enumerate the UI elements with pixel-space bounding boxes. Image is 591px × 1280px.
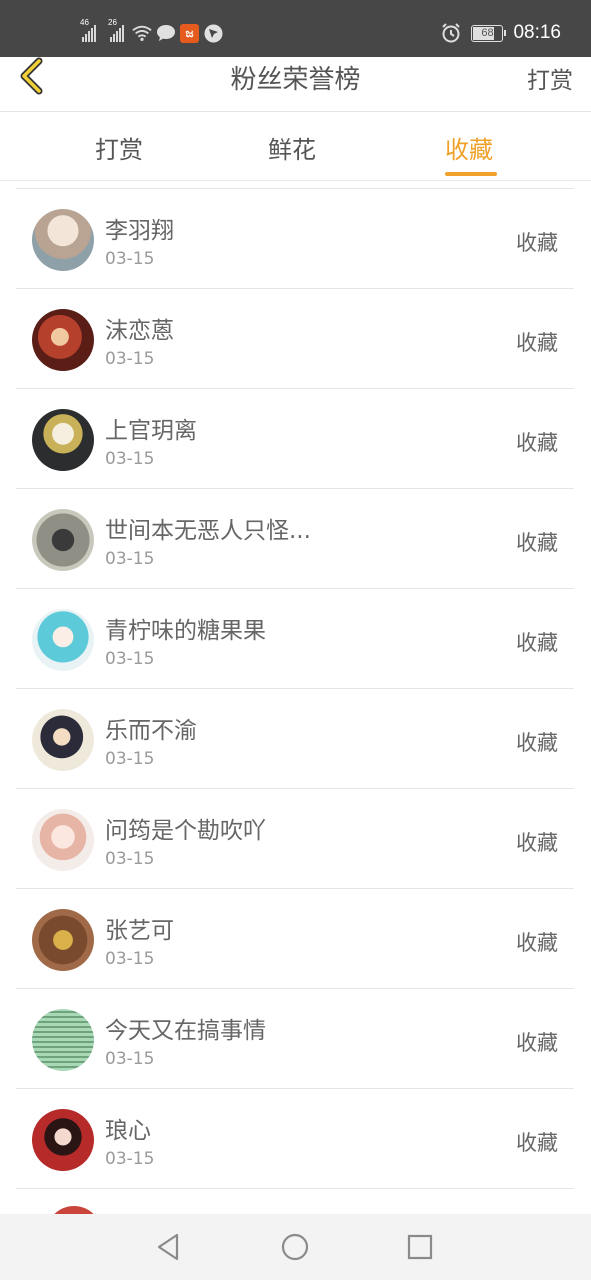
avatar[interactable]: [32, 209, 94, 271]
fan-name: 张艺可: [105, 918, 174, 944]
fan-date: 03-15: [105, 449, 155, 469]
fan-action: 收藏: [516, 831, 558, 855]
chat-bubble-icon: [156, 23, 176, 43]
fan-date: 03-15: [105, 249, 155, 269]
nav-home-button[interactable]: [280, 1232, 310, 1262]
status-icons-left: 46 26 ಜ: [80, 18, 223, 46]
fan-date: 03-15: [105, 349, 155, 369]
fan-date: 03-15: [105, 649, 155, 669]
fan-name: 沫恋蒽: [105, 318, 174, 344]
alarm-icon: [441, 23, 461, 43]
list-item[interactable]: 今天又在搞事情 03-15 收藏: [16, 989, 574, 1089]
square-recents-icon: [407, 1234, 433, 1260]
tab-reward[interactable]: 打赏: [95, 130, 143, 165]
fan-name: 今天又在搞事情: [105, 1018, 266, 1044]
fan-action: 收藏: [516, 1031, 558, 1055]
fan-date: 03-15: [105, 749, 155, 769]
circle-home-icon: [281, 1233, 309, 1261]
fan-action: 收藏: [516, 731, 558, 755]
active-tab-indicator: [445, 172, 497, 176]
fan-action: 收藏: [516, 631, 558, 655]
nav-recents-button[interactable]: [405, 1232, 435, 1262]
list-item[interactable]: 乐而不渝 03-15 收藏: [16, 689, 574, 789]
page-title: 粉丝荣誉榜: [230, 65, 361, 95]
list-item[interactable]: 问筠是个勘吹吖 03-15 收藏: [16, 789, 574, 889]
avatar[interactable]: [32, 809, 94, 871]
app-notification-icon: ಜ: [180, 23, 199, 43]
system-nav-bar: [0, 1214, 591, 1280]
fan-action: 收藏: [516, 331, 558, 355]
fan-action: 收藏: [516, 531, 558, 555]
list-item[interactable]: 青柠味的糖果果 03-15 收藏: [16, 589, 574, 689]
fan-name: 乐而不渝: [105, 718, 197, 744]
tab-bar: 打赏 鲜花 收藏: [0, 112, 591, 181]
cell-signal-icon: 46: [80, 18, 96, 42]
avatar[interactable]: [46, 1206, 102, 1214]
triangle-back-icon: [157, 1233, 179, 1261]
top-app-bar: 粉丝荣誉榜 打赏: [0, 57, 591, 112]
fan-action: 收藏: [516, 1131, 558, 1155]
signal-label: 46: [80, 18, 89, 27]
fan-date: 03-15: [105, 549, 155, 569]
list-item[interactable]: 沫恋蒽 03-15 收藏: [16, 289, 574, 389]
status-bar: 46 26 ಜ 68 08:16: [0, 0, 591, 57]
fan-date: 03-15: [105, 1149, 155, 1169]
fan-name: 世间本无恶人只怪...: [105, 518, 311, 544]
fan-action: 收藏: [516, 931, 558, 955]
fan-date: 03-15: [105, 849, 155, 869]
avatar[interactable]: [32, 1109, 94, 1171]
list-item[interactable]: 李羽翔 03-15 收藏: [16, 189, 574, 289]
avatar[interactable]: [32, 909, 94, 971]
fan-name: 上官玥离: [105, 418, 197, 444]
list-item[interactable]: 张艺可 03-15 收藏: [16, 889, 574, 989]
status-icons-right: 68 08:16: [441, 20, 561, 46]
battery-icon: 68: [471, 24, 507, 42]
avatar[interactable]: [32, 509, 94, 571]
list-item-partial[interactable]: [16, 1190, 574, 1214]
cell-signal-icon: 26: [108, 18, 124, 42]
fan-action: 收藏: [516, 431, 558, 455]
list-item[interactable]: 上官玥离 03-15 收藏: [16, 389, 574, 489]
avatar[interactable]: [32, 309, 94, 371]
avatar[interactable]: [32, 409, 94, 471]
signal-label: 26: [108, 18, 117, 27]
battery-level: 68: [481, 27, 494, 39]
fan-list[interactable]: 李羽翔 03-15 收藏 沫恋蒽 03-15 收藏 上官玥离 03-15 收藏 …: [16, 188, 574, 1189]
nav-back-button[interactable]: [154, 1232, 184, 1262]
reward-button[interactable]: 打赏: [527, 61, 573, 95]
avatar[interactable]: [32, 709, 94, 771]
tab-flowers[interactable]: 鲜花: [268, 130, 316, 165]
fan-name: 问筠是个勘吹吖: [105, 818, 266, 844]
tab-favorites[interactable]: 收藏: [445, 130, 493, 165]
clock: 08:16: [513, 22, 561, 43]
fan-action: 收藏: [516, 231, 558, 255]
wifi-icon: [132, 23, 152, 43]
fan-date: 03-15: [105, 1049, 155, 1069]
fan-name: 李羽翔: [105, 218, 174, 244]
avatar[interactable]: [32, 609, 94, 671]
fan-date: 03-15: [105, 949, 155, 969]
list-item[interactable]: 琅心 03-15 收藏: [16, 1089, 574, 1189]
list-item[interactable]: 世间本无恶人只怪... 03-15 收藏: [16, 489, 574, 589]
fan-name: 琅心: [105, 1118, 151, 1144]
avatar[interactable]: [32, 1009, 94, 1071]
location-arrow-icon: [203, 23, 223, 43]
fan-name: 青柠味的糖果果: [105, 618, 266, 644]
